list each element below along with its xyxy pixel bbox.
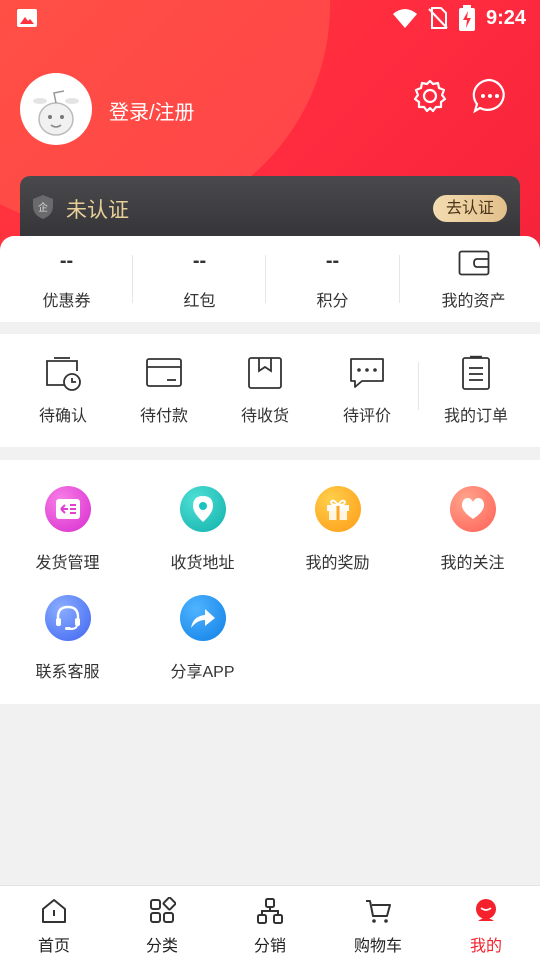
points-label: 积分 — [316, 293, 349, 310]
profile-icon — [476, 899, 496, 921]
settings-button[interactable] — [410, 76, 450, 116]
services-card: 发货管理 收货地址 我的奖励 我的关注 联系客服 分享APP — [0, 460, 540, 704]
mascot-avatar-icon — [33, 90, 79, 136]
cart-icon — [366, 900, 391, 923]
my-assets-item[interactable]: 我的资产 — [407, 236, 540, 322]
go-certify-button[interactable]: 去认证 — [433, 195, 507, 222]
svg-text:企: 企 — [38, 201, 48, 214]
contact-support-label: 联系客服 — [35, 664, 100, 681]
divider — [399, 255, 400, 303]
message-button[interactable] — [470, 76, 510, 116]
shipping-management[interactable]: 发货管理 — [0, 460, 135, 572]
battery-charging-icon — [459, 5, 475, 31]
share-icon — [179, 595, 226, 641]
red-packet-item[interactable]: -- 红包 — [133, 236, 266, 322]
image-icon — [17, 9, 37, 27]
distribution-icon — [257, 898, 283, 924]
assets-card: -- 优惠券 -- 红包 -- 积分 我的资产 — [0, 236, 540, 322]
tab-distribution-label: 分销 — [253, 938, 286, 955]
tab-profile-label: 我的 — [469, 938, 502, 955]
order-list-icon — [462, 355, 490, 390]
profile-header: 9:24 登录/注册 企 未认证 去认证 — [0, 0, 540, 270]
no-sim-icon — [428, 7, 448, 29]
login-register-link[interactable]: 登录/注册 — [109, 96, 195, 125]
wallet-icon — [458, 250, 489, 276]
gift-icon — [314, 486, 361, 532]
status-time: 9:24 — [486, 7, 527, 29]
points-item[interactable]: -- 积分 — [266, 236, 399, 322]
tab-home[interactable]: 首页 — [0, 886, 108, 960]
tab-cart[interactable]: 购物车 — [324, 886, 432, 960]
chat-bubble-icon — [472, 78, 505, 114]
coupon-label: 优惠券 — [42, 293, 91, 310]
share-app-label: 分享APP — [170, 664, 235, 681]
tab-category-label: 分类 — [145, 938, 178, 955]
gear-icon — [413, 79, 447, 113]
category-icon — [150, 897, 176, 923]
tab-home-label: 首页 — [37, 938, 70, 955]
my-follows[interactable]: 我的关注 — [405, 460, 540, 572]
my-orders[interactable]: 我的订单 — [424, 334, 528, 447]
my-assets-label: 我的资产 — [441, 293, 506, 310]
red-packet-value: -- — [192, 250, 207, 272]
home-icon — [42, 899, 66, 923]
my-rewards[interactable]: 我的奖励 — [270, 460, 405, 572]
status-bar: 9:24 — [0, 0, 540, 36]
order-pending-review[interactable]: 待评价 — [315, 334, 419, 447]
order-pending-payment[interactable]: 待付款 — [112, 334, 216, 447]
order-pending-confirm-label: 待确认 — [38, 408, 87, 425]
my-orders-label: 我的订单 — [443, 408, 508, 425]
order-pending-confirm[interactable]: 待确认 — [11, 334, 115, 447]
shipping-address[interactable]: 收货地址 — [135, 460, 270, 572]
red-packet-label: 红包 — [183, 293, 216, 310]
comment-icon — [350, 358, 384, 388]
tab-category[interactable]: 分类 — [108, 886, 216, 960]
tab-profile[interactable]: 我的 — [432, 886, 540, 960]
contact-support[interactable]: 联系客服 — [0, 569, 135, 681]
enterprise-shield-icon: 企 — [33, 195, 53, 219]
order-pending-receipt-label: 待收货 — [240, 408, 289, 425]
divider — [418, 362, 419, 410]
pending-confirm-icon — [46, 357, 81, 391]
bottom-tab-bar: 首页 分类 分销 购物车 我的 — [0, 885, 540, 960]
shipping-icon — [44, 486, 91, 532]
order-pending-receipt[interactable]: 待收货 — [213, 334, 317, 447]
points-value: -- — [325, 250, 340, 272]
wifi-icon — [393, 9, 417, 28]
heart-icon — [449, 486, 496, 532]
my-follows-label: 我的关注 — [440, 555, 505, 572]
order-pending-payment-label: 待付款 — [139, 408, 188, 425]
my-rewards-label: 我的奖励 — [305, 555, 370, 572]
card-icon — [146, 358, 182, 387]
tab-distribution[interactable]: 分销 — [216, 886, 324, 960]
coupon-value: -- — [59, 250, 74, 272]
order-pending-review-label: 待评价 — [342, 408, 391, 425]
tab-cart-label: 购物车 — [353, 938, 402, 955]
avatar[interactable] — [20, 73, 92, 145]
location-icon — [179, 486, 226, 532]
share-app[interactable]: 分享APP — [135, 569, 270, 681]
headset-icon — [44, 595, 91, 641]
certification-status: 未认证 — [66, 199, 129, 222]
coupon-item[interactable]: -- 优惠券 — [0, 236, 133, 322]
receive-box-icon — [248, 357, 282, 389]
orders-card: 待确认 待付款 待收货 待评价 我的订单 — [0, 334, 540, 447]
